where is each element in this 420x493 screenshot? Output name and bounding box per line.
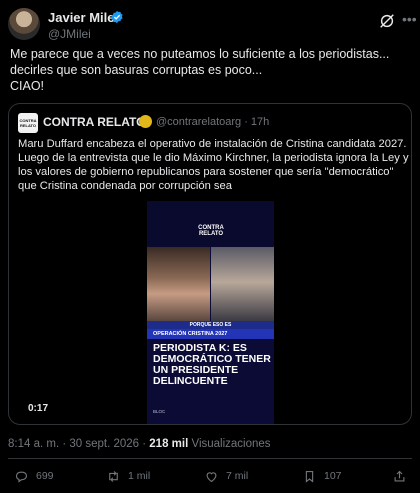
video-strip-bottom: OPERACIÓN CRISTINA 2027 (147, 329, 274, 339)
quote-avatar: CONTRA RELATO (18, 113, 38, 133)
reply-icon (15, 471, 28, 483)
video-logo: CONTRA RELATO (198, 225, 224, 237)
reply-count: 699 (36, 470, 54, 482)
bookmark-button[interactable]: 107 (302, 468, 362, 486)
quoted-tweet[interactable]: CONTRA RELATO CONTRA RELATO @contrarelat… (8, 103, 412, 425)
video-footer: BLOC (153, 409, 166, 414)
verified-org-badge-icon (139, 115, 152, 128)
author-name[interactable]: Javier Milei (48, 10, 118, 25)
repost-icon (109, 471, 118, 482)
tweet-line: CIAO! (10, 79, 45, 93)
tweet-text: Me parece que a veces no puteamos lo suf… (10, 46, 410, 94)
like-button[interactable]: 7 mil (204, 468, 264, 486)
grok-icon[interactable] (378, 12, 396, 30)
share-icon (394, 470, 405, 482)
avatar[interactable] (8, 8, 40, 40)
quote-line: Luego de la entrevista que le dio Máximo… (18, 152, 409, 164)
video-photo-left (147, 247, 210, 325)
quote-line: Maru Duffard encabeza el operativo de in… (18, 138, 407, 150)
quote-author-name[interactable]: CONTRA RELATO (43, 115, 145, 129)
share-button[interactable] (392, 468, 408, 486)
video-photo-right (211, 247, 274, 325)
tweet-header: Javier Milei @JMilei ••• (8, 8, 417, 42)
author-handle[interactable]: @JMilei (48, 27, 91, 41)
views-count: 218 mil (149, 438, 189, 450)
quote-handle-time[interactable]: @contrarelatoarg · 17h (156, 116, 269, 128)
video-header (147, 201, 274, 247)
timestamp[interactable]: 8:14 a. m. · 30 sept. 2026 · (8, 438, 149, 450)
like-count: 7 mil (226, 470, 249, 482)
repost-count: 1 mil (128, 470, 151, 482)
video-duration: 0:17 (28, 403, 49, 414)
views-label: Visualizaciones (188, 438, 271, 450)
quote-line: que Cristina condenada por corrupción se… (18, 180, 232, 192)
quote-text: Maru Duffard encabeza el operativo de in… (18, 137, 410, 193)
bookmark-icon (305, 470, 314, 483)
tweet-line: decirles que son basuras corruptas es po… (10, 63, 263, 77)
more-icon[interactable]: ••• (402, 12, 417, 30)
bookmark-count: 107 (324, 470, 342, 482)
verified-badge-icon (111, 10, 123, 24)
divider (8, 458, 412, 459)
reply-button[interactable]: 699 (14, 468, 74, 486)
like-icon (206, 472, 217, 483)
video-headline: PERIODISTA K: ES DEMOCRÁTICO TENER UN PR… (153, 342, 271, 387)
video-thumbnail[interactable]: CONTRA RELATO PORQUE ESO ES OPERACIÓN CR… (147, 201, 274, 424)
tweet-meta: 8:14 a. m. · 30 sept. 2026 · 218 mil Vis… (8, 438, 271, 450)
action-bar: 699 1 mil 7 mil 107 (8, 468, 412, 486)
repost-button[interactable]: 1 mil (106, 468, 166, 486)
tweet-line: Me parece que a veces no puteamos lo suf… (10, 47, 390, 61)
quote-line: los valores de gobierno republicanos par… (18, 166, 394, 178)
video-strip-top: PORQUE ESO ES (147, 321, 274, 329)
